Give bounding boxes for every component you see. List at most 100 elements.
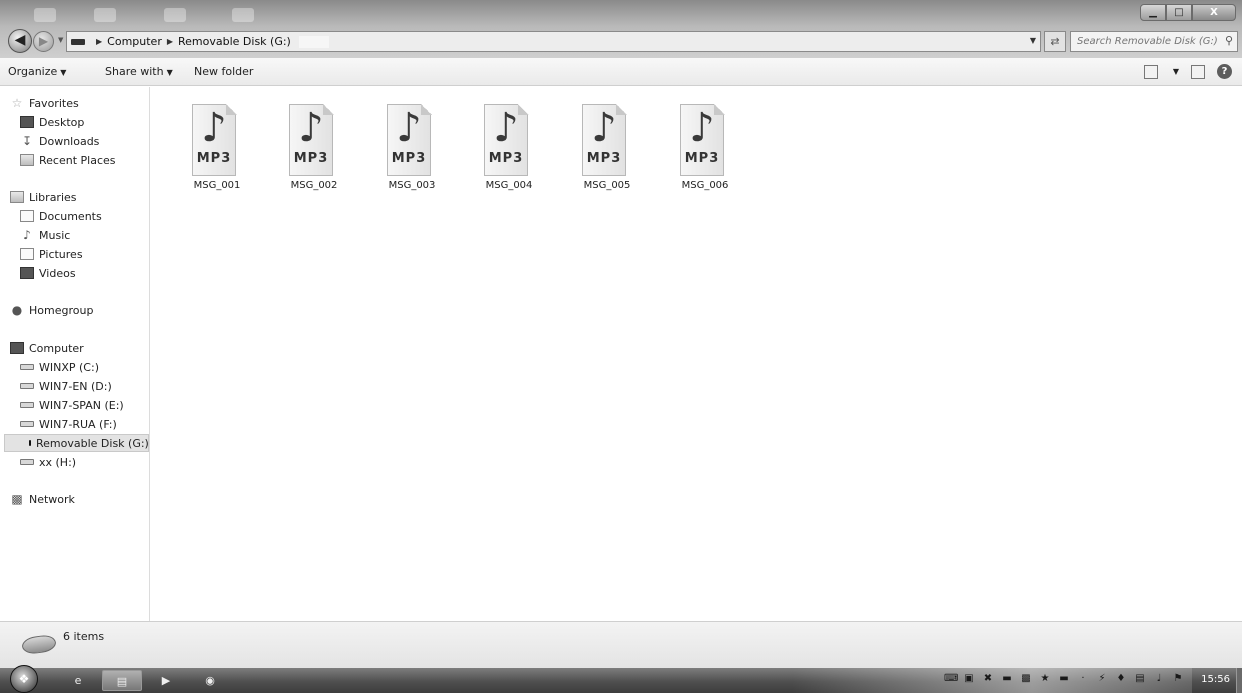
taskbar-media-player[interactable]: ▶ <box>146 670 186 691</box>
address-history-chevron-icon[interactable]: ▼ <box>1030 36 1036 45</box>
search-box[interactable]: ⚲ <box>1070 31 1238 52</box>
organize-button[interactable]: Organize ▼ <box>8 65 66 78</box>
file-extension: MP3 <box>293 151 329 166</box>
breadcrumb-removable-disk[interactable]: Removable Disk (G:) <box>178 35 291 48</box>
address-bar[interactable]: ▶ Computer ▶ Removable Disk (G:) ▼ <box>66 31 1041 52</box>
chevron-down-icon: ▼ <box>60 68 67 77</box>
app-tray-icon[interactable]: ▬ <box>1058 673 1070 685</box>
breadcrumb-computer[interactable]: Computer <box>107 35 162 48</box>
hard-drive-icon <box>20 421 34 427</box>
chevron-down-icon[interactable]: ▼ <box>1173 67 1179 76</box>
breadcrumb-separator-icon[interactable]: ▶ <box>167 37 173 46</box>
minimize-button[interactable]: ▁ <box>1140 4 1166 21</box>
recent-pages-chevron-icon[interactable]: ▼ <box>58 36 63 44</box>
nav-homegroup[interactable]: ● Homegroup <box>10 301 94 319</box>
windows-orb-icon: ❖ <box>18 672 30 686</box>
back-button[interactable]: ◀ <box>8 29 32 53</box>
refresh-button[interactable]: ⇄ <box>1044 31 1066 52</box>
nav-drive-h[interactable]: xx (H:) <box>20 453 76 471</box>
file-extension: MP3 <box>684 151 720 166</box>
title-bar: ▁ □ X ◀ ▶ ▼ ▶ Computer ▶ Removable Disk … <box>0 0 1242 58</box>
nav-videos[interactable]: Videos <box>20 264 76 282</box>
share-with-label: Share with <box>105 65 164 78</box>
hard-drive-icon <box>20 364 34 370</box>
nav-label: Desktop <box>39 115 85 129</box>
nav-favorites[interactable]: ☆ Favorites <box>10 94 79 112</box>
nav-drive-e[interactable]: WIN7-SPAN (E:) <box>20 396 124 414</box>
nav-downloads[interactable]: ↧ Downloads <box>20 132 99 150</box>
recent-places-icon <box>20 154 34 166</box>
nav-network[interactable]: ▩ Network <box>10 490 75 508</box>
computer-icon <box>10 342 24 354</box>
media-player-icon: ▶ <box>161 674 171 687</box>
breadcrumb-separator-icon[interactable]: ▶ <box>96 37 102 46</box>
app-tray-icon[interactable]: ▬ <box>1001 673 1013 685</box>
mp3-file-icon: ♪ MP3 <box>577 100 637 176</box>
network-tray-icon[interactable]: ▤ <box>1134 673 1146 685</box>
nav-pictures[interactable]: Pictures <box>20 245 83 263</box>
file-item[interactable]: ♪ MP3 MSG_003 <box>372 100 452 191</box>
file-list[interactable]: ♪ MP3 MSG_001 ♪ MP3 MSG_002 ♪ MP3 MSG_00… <box>151 87 1242 621</box>
nav-label: Pictures <box>39 247 83 261</box>
taskbar-app[interactable]: ◉ <box>190 670 230 691</box>
nav-libraries[interactable]: Libraries <box>10 188 77 206</box>
nav-drive-f[interactable]: WIN7-RUA (F:) <box>20 415 117 433</box>
nav-drive-d[interactable]: WIN7-EN (D:) <box>20 377 112 395</box>
music-note-icon: ♪ <box>591 105 617 151</box>
details-pane: 6 items <box>0 621 1242 668</box>
taskbar-windows-explorer[interactable]: ▤ <box>102 670 142 691</box>
taskbar-internet-explorer[interactable]: e <box>58 670 98 691</box>
music-note-icon: ♪ <box>298 105 324 151</box>
file-item[interactable]: ♪ MP3 MSG_004 <box>469 100 549 191</box>
blurred-background-icon <box>232 8 254 22</box>
app-tray-icon[interactable]: ♦ <box>1115 673 1127 685</box>
navigation-pane: ☆ Favorites Desktop ↧ Downloads Recent Pla… <box>0 87 150 621</box>
libraries-icon <box>10 191 24 203</box>
music-note-icon: ♪ <box>396 105 422 151</box>
nav-label: xx (H:) <box>39 455 77 469</box>
change-view-icon[interactable] <box>1143 64 1158 79</box>
vm-icon[interactable]: ▣ <box>963 673 975 685</box>
help-icon[interactable]: ? <box>1217 64 1232 79</box>
close-button[interactable]: X <box>1192 4 1236 21</box>
file-item[interactable]: ♪ MP3 MSG_005 <box>567 100 647 191</box>
file-item[interactable]: ♪ MP3 MSG_001 <box>177 100 257 191</box>
forward-button[interactable]: ▶ <box>33 31 54 52</box>
new-folder-button[interactable]: New folder <box>194 65 253 78</box>
nav-drive-c[interactable]: WINXP (C:) <box>20 358 99 376</box>
action-center-flag-icon[interactable]: ⚑ <box>1172 673 1184 685</box>
search-input[interactable] <box>1077 36 1217 47</box>
power-icon[interactable]: ⚡ <box>1096 673 1108 685</box>
app-tray-icon[interactable]: ✖ <box>982 673 994 685</box>
mp3-file-icon: ♪ MP3 <box>675 100 735 176</box>
nav-label: Music <box>39 228 71 242</box>
nav-music[interactable]: ♪ Music <box>20 226 70 244</box>
file-item[interactable]: ♪ MP3 MSG_002 <box>274 100 354 191</box>
nav-desktop[interactable]: Desktop <box>20 113 84 131</box>
nav-computer[interactable]: Computer <box>10 339 84 357</box>
show-desktop-button[interactable] <box>1236 668 1242 693</box>
maximize-button[interactable]: □ <box>1166 4 1192 21</box>
app-tray-icon[interactable]: ★ <box>1039 673 1051 685</box>
preview-pane-icon[interactable] <box>1191 64 1205 79</box>
app-tray-icon[interactable]: ▩ <box>1020 673 1032 685</box>
clock[interactable]: 15:56 <box>1201 674 1230 685</box>
file-name: MSG_003 <box>388 180 436 191</box>
volume-icon[interactable]: ♩ <box>1153 673 1165 685</box>
blurred-background-icon <box>34 8 56 22</box>
file-item[interactable]: ♪ MP3 MSG_006 <box>665 100 745 191</box>
organize-label: Organize <box>8 65 58 78</box>
search-icon[interactable]: ⚲ <box>1225 34 1233 47</box>
removable-drive-icon <box>71 38 85 45</box>
share-with-button[interactable]: Share with ▼ <box>105 65 173 78</box>
app-icon: ◉ <box>205 674 215 687</box>
file-name: MSG_004 <box>485 180 533 191</box>
nav-recent-places[interactable]: Recent Places <box>20 151 116 169</box>
nav-documents[interactable]: Documents <box>20 207 102 225</box>
app-tray-icon[interactable]: · <box>1077 673 1089 685</box>
nav-drive-g[interactable]: Removable Disk (G:) <box>4 434 149 452</box>
keyboard-icon[interactable]: ⌨ <box>944 673 958 685</box>
videos-icon <box>20 267 34 279</box>
pictures-icon <box>20 248 34 260</box>
start-button[interactable]: ❖ <box>10 665 38 693</box>
